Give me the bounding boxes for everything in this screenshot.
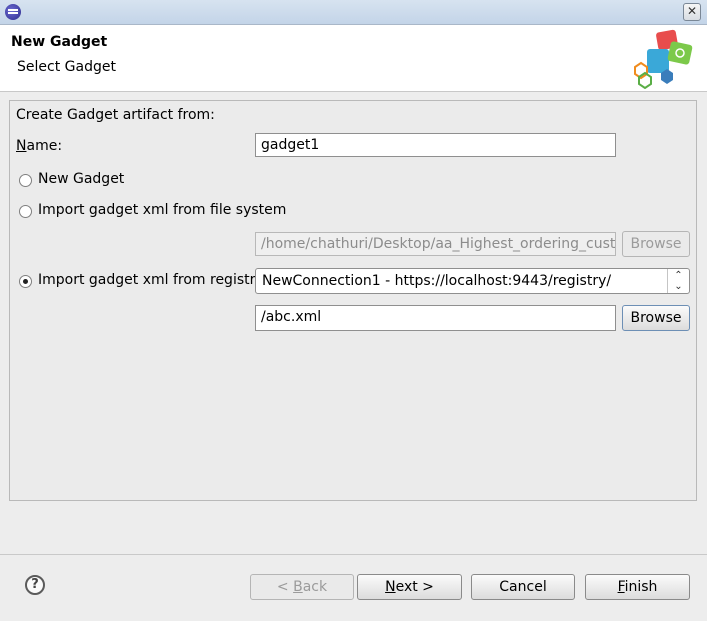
help-icon[interactable]: ? [25, 575, 45, 595]
finish-button[interactable]: Finish [585, 574, 690, 600]
cancel-button[interactable]: Cancel [471, 574, 575, 600]
footer-divider [0, 554, 707, 555]
import-file-system-radio[interactable] [19, 205, 32, 218]
wizard-subtitle: Select Gadget [17, 59, 116, 75]
gadget-wizard-icon [634, 29, 693, 89]
import-registry-label[interactable]: Import gadget xml from registry [38, 272, 264, 288]
registry-browse-button[interactable]: Browse [622, 305, 690, 331]
close-window-button[interactable]: ✕ [683, 3, 701, 21]
group-label: Create Gadget artifact from: [16, 107, 215, 123]
title-bar: ✕ [0, 0, 707, 25]
eclipse-app-icon [5, 4, 21, 20]
wizard-title: New Gadget [11, 34, 108, 50]
new-gadget-label[interactable]: New Gadget [38, 171, 124, 187]
updown-chevron-icon: ⌃ ⌄ [667, 269, 689, 293]
name-input[interactable]: gadget1 [255, 133, 616, 157]
registry-path-input[interactable]: /abc.xml [255, 305, 616, 331]
import-file-system-label[interactable]: Import gadget xml from file system [38, 202, 286, 218]
registry-connection-select[interactable]: NewConnection1 - https://localhost:9443/… [255, 268, 690, 294]
next-button[interactable]: Next > [357, 574, 462, 600]
wizard-banner: New Gadget Select Gadget [0, 25, 707, 92]
name-label: Name: [16, 138, 63, 154]
back-button[interactable]: < Back [250, 574, 354, 600]
new-gadget-radio[interactable] [19, 174, 32, 187]
gadget-source-group [9, 100, 697, 501]
import-registry-radio[interactable] [19, 275, 32, 288]
file-path-input[interactable]: /home/chathuri/Desktop/aa_Highest_orderi… [255, 232, 616, 256]
file-browse-button[interactable]: Browse [622, 231, 690, 257]
registry-connection-value: NewConnection1 - https://localhost:9443/… [262, 273, 612, 289]
